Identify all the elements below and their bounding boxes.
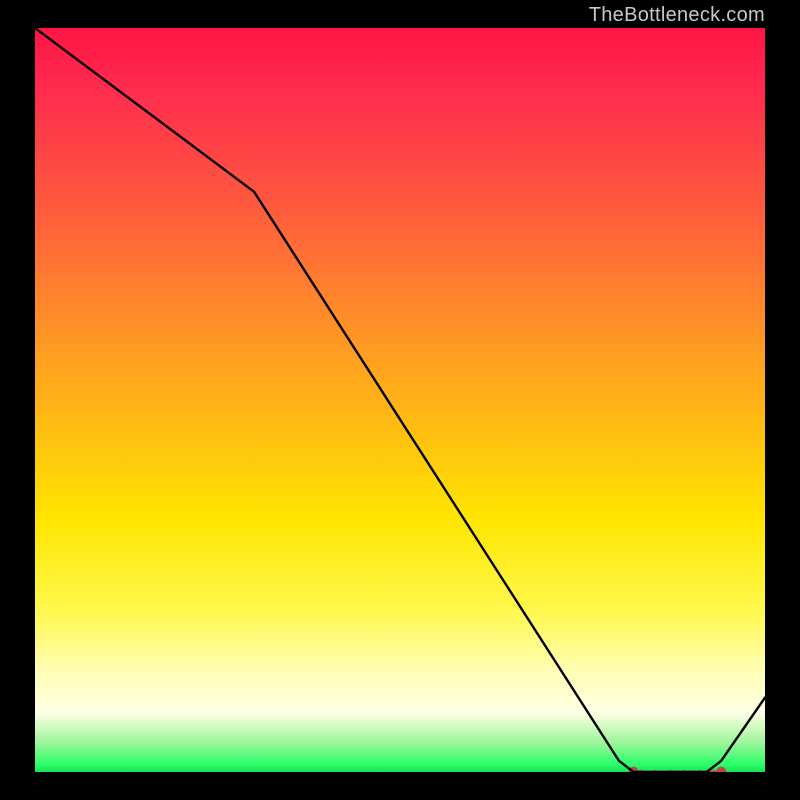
chart-frame: TheBottleneck.com (0, 0, 800, 800)
data-curve (35, 28, 765, 772)
chart-svg (35, 28, 765, 772)
plot-area (35, 28, 765, 772)
attribution-label: TheBottleneck.com (589, 4, 765, 27)
marker-endpoint (716, 767, 726, 772)
marker-dot (712, 770, 716, 772)
